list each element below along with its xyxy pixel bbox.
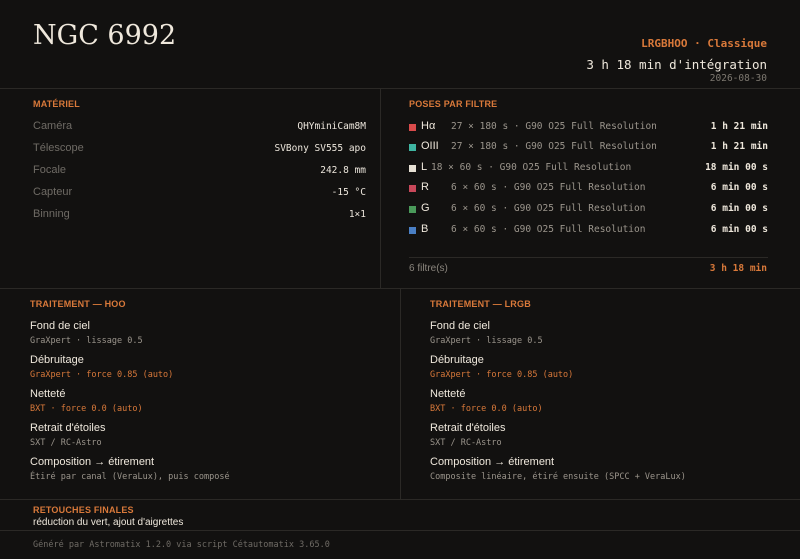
report-header: NGC 6992 LRGBHOO · Classique 3 h 18 min …: [0, 0, 800, 89]
step-title: Netteté: [30, 388, 66, 400]
filter-name: G: [421, 202, 430, 214]
filter-row-b: B 6 × 60 s · G90 O25 Full Resolution 6 m…: [409, 223, 768, 239]
filters-panel: POSES PAR FILTRE Hα 27 × 180 s · G90 O25…: [381, 88, 800, 288]
equipment-value: SVBony SV555 apo: [274, 143, 366, 154]
filter-name: B: [421, 223, 429, 235]
filter-row-ha: Hα 27 × 180 s · G90 O25 Full Resolution …: [409, 120, 768, 136]
filter-swatch: [409, 165, 416, 172]
equipment-row-focal: Focale 242.8 mm: [33, 164, 366, 180]
treatment-lrgb-title: TRAITEMENT — LRGB: [430, 299, 531, 309]
filter-duration: 6 min 00 s: [710, 182, 768, 193]
equipment-label: Caméra: [33, 120, 73, 132]
filter-name: R: [421, 181, 429, 193]
equipment-title: MATÉRIEL: [33, 99, 80, 109]
filter-detail: 27 × 180 s · G90 O25 Full Resolution: [451, 121, 657, 132]
retouch-text: réduction du vert, ajout d'aigrettes: [33, 517, 184, 528]
equipment-row-telescope: Télescope SVBony SV555 apo: [33, 142, 366, 158]
step-detail: GraXpert · lissage 0.5: [430, 336, 543, 346]
session-date: 2026-08-30: [709, 73, 767, 84]
equipment-value: QHYminiCam8M: [297, 121, 366, 132]
footer-credit: Généré par Astromatix 1.2.0 via script C…: [33, 540, 330, 550]
equipment-label: Télescope: [33, 142, 84, 154]
filter-swatch: [409, 185, 416, 192]
filters-divider: [409, 257, 768, 258]
preset-label: LRGBHOO · Classique: [641, 37, 767, 50]
step-title: Retrait d'étoiles: [430, 422, 506, 434]
equipment-value: 1×1: [348, 209, 366, 220]
filter-detail: 18 × 60 s · G90 O25 Full Resolution: [431, 162, 632, 173]
treatment-step: Débruitage GraXpert · force 0.85 (auto): [30, 354, 390, 380]
step-title: Composition → étirement: [430, 456, 555, 468]
step-detail: GraXpert · force 0.85 (auto): [30, 370, 174, 380]
object-title: NGC 6992: [33, 20, 177, 51]
filter-swatch: [409, 227, 416, 234]
step-detail: Composite linéaire, étiré ensuite (SPCC …: [430, 472, 686, 482]
treatment-step: Débruitage GraXpert · force 0.85 (auto): [430, 354, 790, 380]
equipment-label: Capteur: [33, 186, 73, 198]
equipment-value: -15 °C: [331, 187, 366, 198]
treatment-step: Composition → étirement Étiré par canal …: [30, 456, 390, 482]
step-title: Retrait d'étoiles: [30, 422, 106, 434]
equipment-label: Focale: [33, 164, 67, 176]
filter-duration: 6 min 00 s: [710, 203, 768, 214]
step-title: Fond de ciel: [430, 320, 490, 332]
treatment-lrgb-panel: TRAITEMENT — LRGB Fond de ciel GraXpert …: [401, 289, 800, 499]
filter-row-l: L 18 × 60 s · G90 O25 Full Resolution 18…: [409, 161, 768, 177]
treatment-step: Fond de ciel GraXpert · lissage 0.5: [30, 320, 390, 346]
step-title: Débruitage: [430, 354, 484, 366]
filter-detail: 6 × 60 s · G90 O25 Full Resolution: [451, 203, 646, 214]
filters-title: POSES PAR FILTRE: [409, 99, 498, 109]
equipment-row-binning: Binning 1×1: [33, 208, 366, 224]
treatment-step: Fond de ciel GraXpert · lissage 0.5: [430, 320, 790, 346]
step-detail: SXT / RC-Astro: [430, 438, 502, 448]
filter-name: L: [421, 161, 428, 173]
step-detail: SXT / RC-Astro: [30, 438, 102, 448]
treatment-step: Netteté BXT · force 0.0 (auto): [30, 388, 390, 414]
filter-detail: 6 × 60 s · G90 O25 Full Resolution: [451, 182, 646, 193]
filter-swatch: [409, 206, 416, 213]
filter-swatch: [409, 144, 416, 151]
final-retouch-panel: RETOUCHES FINALES réduction du vert, ajo…: [0, 499, 800, 531]
equipment-panel: MATÉRIEL Caméra QHYminiCam8M Télescope S…: [0, 88, 381, 288]
filter-name: OIII: [421, 140, 439, 152]
filter-duration: 6 min 00 s: [710, 224, 768, 235]
treatment-step: Composition → étirement Composite linéai…: [430, 456, 790, 482]
filter-row-r: R 6 × 60 s · G90 O25 Full Resolution 6 m…: [409, 181, 768, 197]
filter-swatch: [409, 124, 416, 131]
filter-total: 3 h 18 min: [709, 263, 767, 274]
step-detail: GraXpert · lissage 0.5: [30, 336, 143, 346]
equipment-row-sensor: Capteur -15 °C: [33, 186, 366, 202]
treatment-step: Retrait d'étoiles SXT / RC-Astro: [430, 422, 790, 448]
step-detail: Étiré par canal (VeraLux), puis composé: [30, 472, 230, 482]
retouch-title: RETOUCHES FINALES: [33, 505, 134, 515]
filter-duration: 1 h 21 min: [710, 121, 768, 132]
step-title: Composition → étirement: [30, 456, 155, 468]
filter-row-oiii: OIII 27 × 180 s · G90 O25 Full Resolutio…: [409, 140, 768, 156]
filter-row-g: G 6 × 60 s · G90 O25 Full Resolution 6 m…: [409, 202, 768, 218]
step-title: Fond de ciel: [30, 320, 90, 332]
step-title: Débruitage: [30, 354, 84, 366]
filter-detail: 6 × 60 s · G90 O25 Full Resolution: [451, 224, 646, 235]
equipment-value: 242.8 mm: [320, 165, 366, 176]
treatment-hoo-title: TRAITEMENT — HOO: [30, 299, 126, 309]
filter-name: Hα: [421, 120, 436, 132]
integration-time: 3 h 18 min d'intégration: [586, 57, 767, 72]
filter-detail: 27 × 180 s · G90 O25 Full Resolution: [451, 141, 657, 152]
treatment-step: Netteté BXT · force 0.0 (auto): [430, 388, 790, 414]
filter-duration: 18 min 00 s: [705, 162, 768, 173]
treatment-hoo-panel: TRAITEMENT — HOO Fond de ciel GraXpert ·…: [0, 289, 401, 499]
step-detail: BXT · force 0.0 (auto): [430, 404, 543, 414]
filter-count: 6 filtre(s): [409, 263, 448, 274]
treatment-step: Retrait d'étoiles SXT / RC-Astro: [30, 422, 390, 448]
step-detail: GraXpert · force 0.85 (auto): [430, 370, 574, 380]
equipment-row-camera: Caméra QHYminiCam8M: [33, 120, 366, 136]
step-detail: BXT · force 0.0 (auto): [30, 404, 143, 414]
filter-duration: 1 h 21 min: [710, 141, 768, 152]
equipment-label: Binning: [33, 208, 70, 220]
step-title: Netteté: [430, 388, 466, 400]
